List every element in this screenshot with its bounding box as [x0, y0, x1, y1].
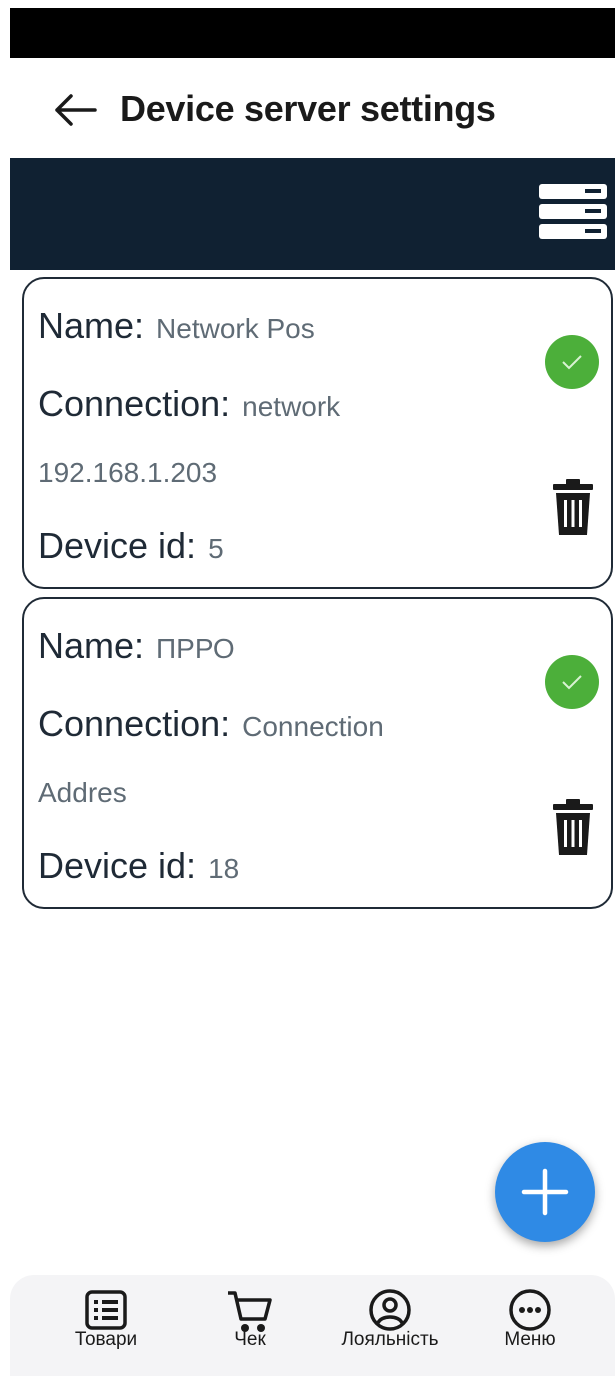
nav-label: Меню: [504, 1329, 556, 1350]
add-device-button[interactable]: [495, 1142, 595, 1242]
connection-value: network: [242, 391, 341, 422]
status-bar: [10, 8, 615, 58]
page-title: Device server settings: [120, 88, 496, 129]
delete-button[interactable]: [553, 799, 593, 855]
status-check-button[interactable]: [545, 655, 599, 709]
device-address: Addres: [38, 777, 127, 808]
connection-label: Connection:: [38, 383, 231, 424]
user-circle-icon: [369, 1289, 411, 1331]
nav-item-loyalty[interactable]: Лояльність: [330, 1287, 450, 1351]
nav-label: Лояльність: [341, 1329, 439, 1350]
device-id-value: 18: [208, 853, 240, 884]
name-label: Name:: [38, 305, 145, 346]
list-icon: [85, 1290, 127, 1330]
more-icon: [509, 1289, 551, 1331]
back-button[interactable]: [50, 90, 100, 130]
nav-label: Товари: [74, 1329, 138, 1350]
device-id-row: Device id: 5: [38, 525, 224, 567]
device-name: Network Pos: [156, 313, 315, 344]
nav-item-receipt[interactable]: Чек: [190, 1287, 310, 1351]
nav-label: Чек: [234, 1329, 266, 1350]
status-check-button[interactable]: [545, 335, 599, 389]
name-label: Name:: [38, 625, 145, 666]
device-id-row: Device id: 18: [38, 845, 239, 887]
device-card[interactable]: Name: ПРРО Connection: Connection Addres D…: [22, 597, 613, 909]
name-row: Name: ПРРО: [38, 625, 235, 667]
connection-label: Connection:: [38, 703, 231, 744]
device-id-value: 5: [208, 533, 224, 564]
device-id-label: Device id:: [38, 845, 197, 886]
connection-row: Connection: network: [38, 383, 340, 425]
header-banner: [10, 158, 615, 270]
server-icon: [539, 184, 607, 239]
plus-icon: [521, 1168, 569, 1216]
arrow-left-icon: [55, 94, 97, 126]
app-header: Device server settings: [10, 58, 615, 158]
trash-icon: [553, 799, 593, 855]
check-icon: [562, 675, 582, 690]
nav-item-products[interactable]: Товари: [46, 1287, 166, 1351]
name-row: Name: Network Pos: [38, 305, 315, 347]
device-name: ПРРО: [156, 633, 235, 664]
device-card[interactable]: Name: Network Pos Connection: network 192.…: [22, 277, 613, 589]
connection-value: Connection: [242, 711, 384, 742]
cart-icon: [228, 1291, 272, 1332]
device-address: 192.168.1.203: [38, 457, 218, 488]
server-settings-button[interactable]: [539, 184, 607, 240]
bottom-nav: Товари Чек Лояльність Меню: [10, 1275, 615, 1376]
connection-row: Connection: Connection: [38, 703, 384, 745]
device-id-label: Device id:: [38, 525, 197, 566]
delete-button[interactable]: [553, 479, 593, 535]
nav-item-menu[interactable]: Меню: [470, 1287, 590, 1351]
check-icon: [562, 355, 582, 370]
trash-icon: [553, 479, 593, 535]
